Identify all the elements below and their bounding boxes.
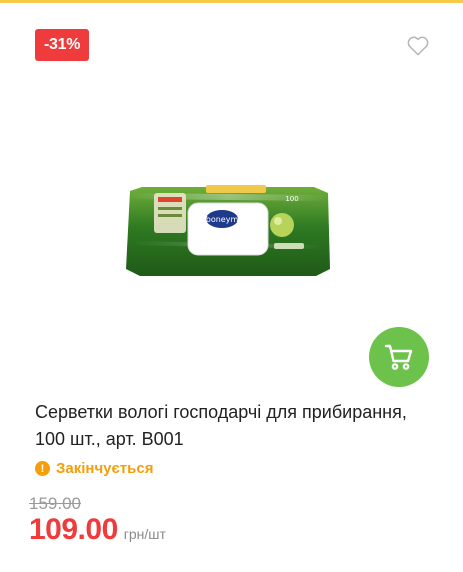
product-image[interactable]: boneym 100 [124, 181, 332, 281]
add-to-cart-button[interactable] [369, 327, 429, 387]
favorite-heart-icon[interactable] [407, 36, 429, 56]
price-unit: грн/шт [123, 526, 166, 542]
product-title[interactable]: Серветки вологі господарчі для прибиранн… [35, 399, 435, 453]
cart-icon [384, 344, 413, 370]
heart-icon [407, 36, 429, 56]
warning-icon: ! [35, 461, 50, 476]
discount-badge: -31% [35, 29, 90, 61]
product-card[interactable]: -31% boneym 100 Серветки вологі господар… [0, 0, 463, 572]
package-brand-text: boneym [206, 215, 239, 224]
price-row: 109.00 грн/шт [29, 513, 166, 547]
stock-status: ! Закінчується [35, 460, 153, 477]
current-price: 109.00 [29, 513, 118, 546]
svg-text:100: 100 [285, 195, 298, 203]
stock-status-label: Закінчується [56, 460, 154, 477]
wet-wipes-package-image: boneym 100 [126, 185, 330, 276]
old-price: 159.00 [29, 494, 81, 513]
